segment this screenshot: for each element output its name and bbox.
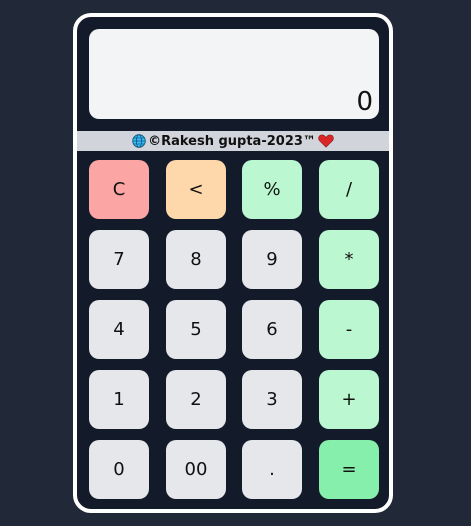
display-value: 0 <box>356 87 373 117</box>
decimal-button[interactable]: . <box>242 440 302 499</box>
backspace-button[interactable]: < <box>166 160 226 219</box>
digit-9-button[interactable]: 9 <box>242 230 302 289</box>
digit-5-button[interactable]: 5 <box>166 300 226 359</box>
calculator: 0 ©Rakesh gupta-2023™ C <%/7 8 9 * 4 5 6-1 2 3 +0 0… <box>73 13 393 513</box>
equals-button[interactable]: = <box>319 440 379 499</box>
multiply-button[interactable]: * <box>319 230 379 289</box>
double-zero-button[interactable]: 00 <box>166 440 226 499</box>
subtract-button[interactable]: - <box>319 300 379 359</box>
display-screen: 0 <box>89 29 379 119</box>
add-button[interactable]: + <box>319 370 379 429</box>
divide-button[interactable]: / <box>319 160 379 219</box>
globe-icon <box>132 134 146 148</box>
digit-2-button[interactable]: 2 <box>166 370 226 429</box>
digit-3-button[interactable]: 3 <box>242 370 302 429</box>
digit-7-button[interactable]: 7 <box>89 230 149 289</box>
percent-button[interactable]: % <box>242 160 302 219</box>
digit-4-button[interactable]: 4 <box>89 300 149 359</box>
heart-icon <box>318 134 334 148</box>
digit-6-button[interactable]: 6 <box>242 300 302 359</box>
credit-text: ©Rakesh gupta-2023™ <box>148 133 316 149</box>
digit-1-button[interactable]: 1 <box>89 370 149 429</box>
credit-bar: ©Rakesh gupta-2023™ <box>77 131 389 151</box>
digit-0-button[interactable]: 0 <box>89 440 149 499</box>
digit-8-button[interactable]: 8 <box>166 230 226 289</box>
clear-button[interactable]: C <box>89 160 149 219</box>
